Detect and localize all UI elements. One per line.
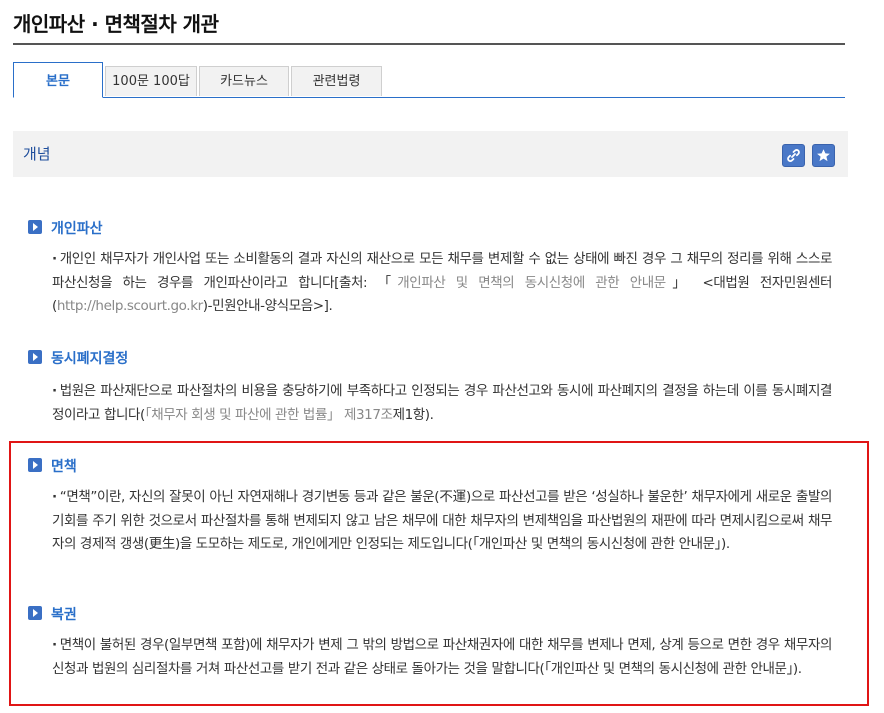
- term-title: 동시폐지결정: [51, 351, 129, 367]
- section-header: 개념: [13, 131, 848, 177]
- title-divider: [13, 43, 845, 45]
- tab-main-text[interactable]: 본문: [13, 62, 103, 98]
- term-description: · 법원은 파산재단으로 파산절차의 비용을 충당하기에 부족하다고 인정되는 경…: [52, 383, 832, 423]
- tab-100-qna[interactable]: 100문 100답: [105, 66, 197, 96]
- tab-card-news[interactable]: 카드뉴스: [199, 66, 289, 96]
- bookmark-button[interactable]: [812, 144, 835, 167]
- term-bullet-icon: [28, 458, 42, 472]
- term-bullet-icon: [28, 606, 42, 620]
- term-description: · 개인인 채무자가 개인사업 또는 소비활동의 결과 자신의 재산으로 모든 채…: [52, 251, 832, 314]
- tab-bar: 본문 100문 100답 카드뉴스 관련법령: [13, 62, 845, 98]
- tab-related-law[interactable]: 관련법령: [291, 66, 382, 96]
- term-bullet-icon: [28, 350, 42, 364]
- copy-link-button[interactable]: [782, 144, 805, 167]
- court-site-link[interactable]: http://help.scourt.go.kr: [57, 298, 203, 314]
- term-description: · 면책이 불허된 경우(일부면책 포함)에 채무자가 변제 그 밖의 방법으로 …: [52, 637, 832, 677]
- term-title: 개인파산: [51, 221, 103, 237]
- section-title: 개념: [23, 145, 51, 163]
- term-description: · “면책”이란, 자신의 잘못이 아닌 자연재해나 경기변동 등과 같은 불운(…: [52, 489, 832, 552]
- term-title: 복권: [51, 607, 77, 623]
- term-bullet-icon: [28, 220, 42, 234]
- star-icon: [817, 149, 830, 162]
- law-reference-link[interactable]: 「채무자 회생 및 파산에 관한 법률」 제317조: [145, 407, 393, 423]
- reference-notice: 개인파산 및 면책의 동시신청에 관한 안내문: [397, 274, 666, 291]
- term-title: 면책: [51, 459, 77, 475]
- page-title: 개인파산 · 면책절차 개관: [13, 12, 219, 36]
- link-icon: [787, 149, 800, 162]
